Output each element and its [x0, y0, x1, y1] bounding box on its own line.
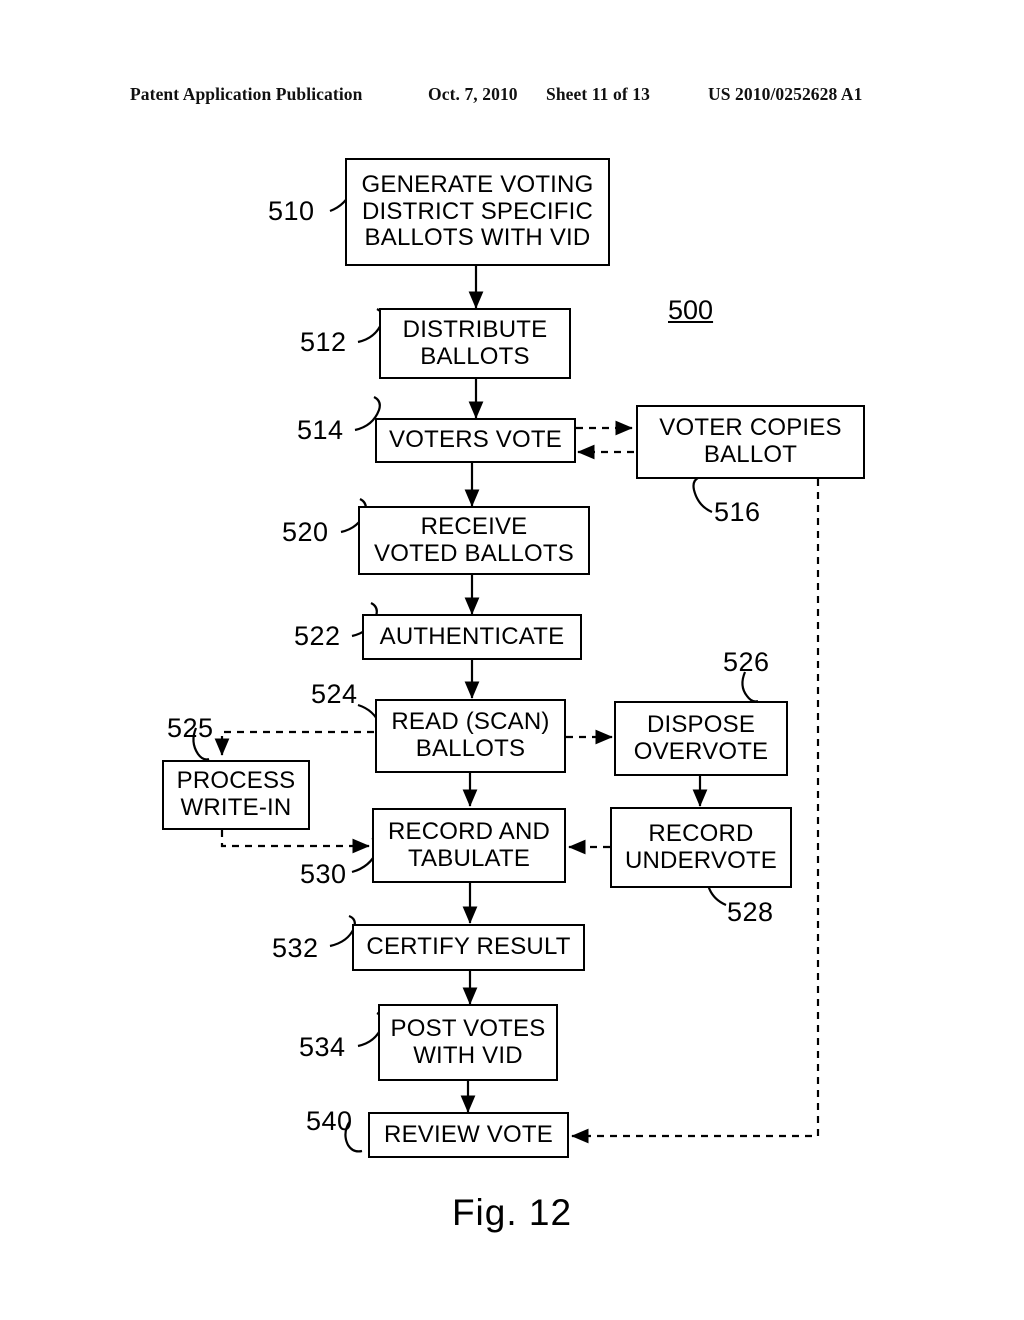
process-box-review-vote[interactable]: REVIEW VOTE [368, 1112, 569, 1158]
reference-numeral-534: 534 [299, 1032, 346, 1062]
reference-numeral-520: 520 [282, 517, 329, 547]
process-box-authenticate[interactable]: AUTHENTICATE [362, 614, 582, 660]
process-box-record-and-tabulate[interactable]: RECORD AND TABULATE [372, 808, 566, 883]
reference-numeral-522: 522 [294, 621, 341, 651]
reference-numeral-525: 525 [167, 713, 214, 743]
process-box-voters-vote[interactable]: VOTERS VOTE [375, 418, 576, 463]
process-box-post-votes-with-vid[interactable]: POST VOTES WITH VID [378, 1004, 558, 1081]
flowchart-figure: GENERATE VOTING DISTRICT SPECIFIC BALLOT… [0, 0, 1024, 1320]
reference-numeral-528: 528 [727, 897, 774, 927]
process-box-distribute-ballots[interactable]: DISTRIBUTE BALLOTS [379, 308, 571, 379]
reference-numeral-516: 516 [714, 497, 761, 527]
reference-numeral-510: 510 [268, 196, 315, 226]
figure-caption: Fig. 12 [451, 1192, 573, 1233]
process-box-process-write-in[interactable]: PROCESS WRITE-IN [162, 760, 310, 830]
leader-516 [692, 477, 713, 514]
reference-numeral-540: 540 [306, 1106, 353, 1136]
connector-524-525 [214, 730, 374, 756]
reference-numeral-530: 530 [300, 859, 347, 889]
process-box-generate-ballots[interactable]: GENERATE VOTING DISTRICT SPECIFIC BALLOT… [345, 158, 610, 266]
reference-numeral-526: 526 [723, 647, 770, 677]
connector-525-530 [220, 830, 370, 854]
reference-numeral-532: 532 [272, 933, 319, 963]
process-box-read-scan-ballots[interactable]: READ (SCAN) BALLOTS [375, 699, 566, 773]
process-box-record-undervote[interactable]: RECORD UNDERVOTE [610, 807, 792, 888]
reference-numeral-512: 512 [300, 327, 347, 357]
reference-numeral-514: 514 [297, 415, 344, 445]
reference-numeral-524: 524 [311, 679, 358, 709]
process-box-certify-result[interactable]: CERTIFY RESULT [352, 924, 585, 971]
figure-reference-500: 500 [668, 295, 714, 325]
process-box-receive-voted-ballots[interactable]: RECEIVE VOTED BALLOTS [358, 506, 590, 575]
process-box-dispose-overvote[interactable]: DISPOSE OVERVOTE [614, 701, 788, 776]
process-box-voter-copies-ballot[interactable]: VOTER COPIES BALLOT [636, 405, 865, 479]
